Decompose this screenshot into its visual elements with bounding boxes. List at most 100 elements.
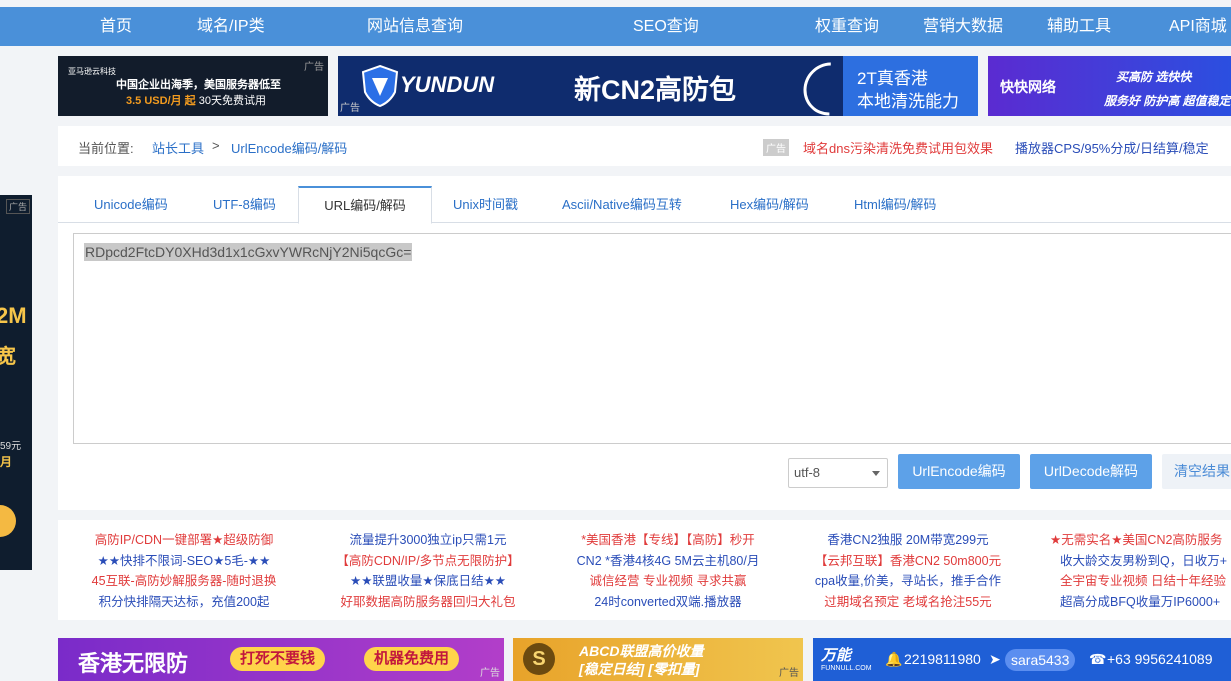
ad-tag: 广告: [779, 668, 799, 679]
tab-utf8[interactable]: UTF-8编码: [213, 186, 276, 221]
nav-tools[interactable]: 辅助工具: [1047, 7, 1111, 46]
ad-tag: 广告: [6, 199, 31, 214]
funnull-logo: 万能 FUNNULL.COM: [821, 644, 872, 672]
banner-hk-title: 香港无限防: [78, 651, 189, 676]
yundun-shield-icon: [361, 64, 399, 108]
text-ad-link[interactable]: 【云邦互联】香港CN2 50m800元: [808, 551, 1008, 572]
text-ad-link[interactable]: 高防IP/CDN一键部署★超级防御: [84, 530, 284, 551]
text-ad-link[interactable]: ★★快排不限词-SEO★5毛-★★: [84, 551, 284, 572]
banner-aws-price: 3.5 USD/月 起: [126, 95, 196, 107]
breadcrumb-ad-link[interactable]: 域名dns污染清洗免费试用包效果: [803, 138, 993, 157]
text-ad-link[interactable]: CN2 *香港4核4G 5M云主机80/月: [568, 551, 768, 572]
funnull-logo-text: 万能: [821, 647, 852, 664]
text-ad-link[interactable]: ★★联盟收量★保底日结★★: [328, 571, 528, 592]
banner-hk-unlimited[interactable]: 香港无限防 打死不要钱 机器免费用 广告: [58, 638, 504, 681]
tab-bar: Unicode编码 UTF-8编码 URL编码/解码 Unix时间戳 Ascii…: [58, 186, 1231, 224]
tab-unicode[interactable]: Unicode编码: [94, 186, 168, 221]
phone-icon: ☎: [1089, 651, 1107, 667]
funnull-phone: +63 9956241089: [1107, 651, 1213, 667]
qq-icon: 🔔: [885, 651, 903, 667]
ad-tag: 广告: [304, 62, 324, 73]
tab-unix-timestamp[interactable]: Unix时间戳: [453, 186, 518, 221]
breadcrumb-link-urlencode[interactable]: UrlEncode编码/解码: [231, 138, 347, 157]
text-ad-link[interactable]: 全宇宙专业视频 日结十年经验: [1050, 571, 1231, 592]
banner-yundun-box-line2: 本地清洗能力: [857, 92, 959, 111]
banner-aws-trial: 30天免费试用: [198, 95, 266, 107]
breadcrumb: 当前位置: 站长工具 > UrlEncode编码/解码 广告 域名dns污染清洗…: [58, 126, 1231, 166]
left-ad-text: 2M: [0, 303, 27, 328]
left-ad-unit: 月: [0, 455, 13, 469]
funnull-telegram: sara5433: [1005, 649, 1076, 671]
left-side-ad[interactable]: 广告 2M 宽 59元 月: [0, 195, 32, 570]
chevron-down-icon: [872, 471, 880, 476]
kuaikuai-logo: 快快网络: [1000, 79, 1056, 95]
text-ad-link[interactable]: 24时converted双端.播放器: [568, 592, 768, 613]
text-ad-column: *美国香港【专线】【高防】秒开 CN2 *香港4核4G 5M云主机80/月 诚信…: [568, 530, 768, 612]
text-ad-link[interactable]: ★无需实名★美国CN2高防服务: [1050, 530, 1231, 551]
ad-tag: 广告: [763, 139, 789, 156]
charset-select[interactable]: utf-8: [788, 458, 888, 488]
banner-yundun-box: 2T真香港 本地清洗能力: [843, 56, 978, 116]
input-text-selected: RDpcd2FtcDY0XHd3d1x1cGxvYWRcNjY2Ni5qcGc=: [84, 243, 413, 261]
text-ad-link[interactable]: cpa收量,价美，寻站长，推手合作: [808, 571, 1008, 592]
banner-abcd-line1: ABCD联盟高价收量: [579, 643, 704, 659]
url-decode-button[interactable]: UrlDecode解码: [1030, 454, 1152, 489]
breadcrumb-separator: >: [212, 138, 220, 153]
nav-home[interactable]: 首页: [100, 7, 132, 46]
banner-kuaikuai-line2: 服务好 防护高 超值稳定: [1104, 94, 1231, 108]
banner-hk-pill: 机器免费用: [364, 647, 460, 671]
input-textarea[interactable]: RDpcd2FtcDY0XHd3d1x1cGxvYWRcNjY2Ni5qcGc=: [73, 233, 1231, 444]
banner-hk-pill: 打死不要钱: [230, 647, 326, 671]
breadcrumb-link-tools[interactable]: 站长工具: [152, 138, 204, 157]
breadcrumb-ad-link[interactable]: 播放器CPS/95%分成/日结算/稳定: [1015, 138, 1209, 157]
left-ad-text: 宽: [0, 346, 16, 368]
clear-result-button[interactable]: 清空结果: [1162, 454, 1231, 489]
tool-panel: Unicode编码 UTF-8编码 URL编码/解码 Unix时间戳 Ascii…: [58, 176, 1231, 510]
breadcrumb-prefix: 当前位置:: [78, 141, 134, 156]
text-ad-link[interactable]: 超高分成BFQ收量万IP6000+: [1050, 592, 1231, 613]
text-ad-link[interactable]: 45互联-高防妙解服务器-随时退换: [84, 571, 284, 592]
nav-seo[interactable]: SEO查询: [633, 7, 699, 46]
text-ad-link[interactable]: 香港CN2独服 20M带宽299元: [808, 530, 1008, 551]
nav-marketing[interactable]: 营销大数据: [923, 7, 1003, 46]
ad-tag: 广告: [480, 668, 500, 679]
url-encode-button[interactable]: UrlEncode编码: [898, 454, 1020, 489]
banner-kuaikuai-line1: 买高防 选快快: [1116, 70, 1192, 84]
text-ad-link[interactable]: 过期域名预定 老域名抢注55元: [808, 592, 1008, 613]
tab-ascii-native[interactable]: Ascii/Native编码互转: [562, 186, 682, 221]
left-ad-price: 59元: [0, 441, 22, 452]
text-ad-link[interactable]: 流量提升3000独立ip只需1元: [328, 530, 528, 551]
banner-aws[interactable]: 亚马逊云科技 中国企业出海季，美国服务器低至 3.5 USD/月 起 30天免费…: [58, 56, 328, 116]
text-ad-link[interactable]: 好耶数据高防服务器回归大礼包: [328, 592, 528, 613]
text-ad-link[interactable]: 诚信经营 专业视频 寻求共赢: [568, 571, 768, 592]
banner-aws-line1: 中国企业出海季，美国服务器低至: [116, 79, 281, 91]
banner-funnull[interactable]: 万能 FUNNULL.COM 🔔 2219811980 ➤ sara5433 ☎ …: [813, 638, 1231, 681]
telegram-icon: ➤: [989, 651, 1001, 667]
funnull-logo-sub: FUNNULL.COM: [821, 665, 872, 672]
text-ad-column: ★无需实名★美国CN2高防服务 收大龄交友男粉到Q，日收万+ 全宇宙专业视频 日…: [1050, 530, 1231, 612]
text-ads: 高防IP/CDN一键部署★超级防御 ★★快排不限词-SEO★5毛-★★ 45互联…: [58, 520, 1231, 620]
ad-tag: 广告: [340, 103, 360, 114]
tab-html[interactable]: Html编码/解码: [854, 186, 936, 221]
left-ad-circle: [0, 505, 16, 537]
text-ad-link[interactable]: 【高防CDN/IP/多节点无限防护】: [328, 551, 528, 572]
text-ad-column: 香港CN2独服 20M带宽299元 【云邦互联】香港CN2 50m800元 cp…: [808, 530, 1008, 612]
nav-api[interactable]: API商城: [1169, 7, 1227, 46]
funnull-qq: 2219811980: [904, 651, 981, 667]
banner-yundun-box-line1: 2T真香港: [857, 69, 928, 88]
top-nav: 首页 域名/IP类 网站信息查询 SEO查询 权重查询 营销大数据 辅助工具 A…: [0, 7, 1231, 46]
banner-abcd[interactable]: S ABCD联盟高价收量 [稳定日结] [零扣量] 广告: [513, 638, 803, 681]
aws-logo: 亚马逊云科技: [68, 67, 116, 76]
banner-kuaikuai[interactable]: 快快网络 买高防 选快快 服务好 防护高 超值稳定: [988, 56, 1231, 116]
nav-weight[interactable]: 权重查询: [815, 7, 879, 46]
tab-hex[interactable]: Hex编码/解码: [730, 186, 809, 221]
nav-site-info[interactable]: 网站信息查询: [367, 7, 463, 46]
tab-url-encode[interactable]: URL编码/解码: [298, 186, 432, 224]
text-ad-link[interactable]: *美国香港【专线】【高防】秒开: [568, 530, 768, 551]
banner-yundun-headline: 新CN2高防包: [574, 75, 737, 105]
text-ad-link[interactable]: 收大龄交友男粉到Q，日收万+: [1050, 551, 1231, 572]
nav-domain-ip[interactable]: 域名/IP类: [197, 7, 265, 46]
text-ad-link[interactable]: 积分快排隔天达标，充值200起: [84, 592, 284, 613]
banner-yundun[interactable]: YUNDUN 新CN2高防包 2T真香港 本地清洗能力 广告: [338, 56, 978, 116]
banner-aws-line2: 3.5 USD/月 起 30天免费试用: [126, 92, 266, 108]
